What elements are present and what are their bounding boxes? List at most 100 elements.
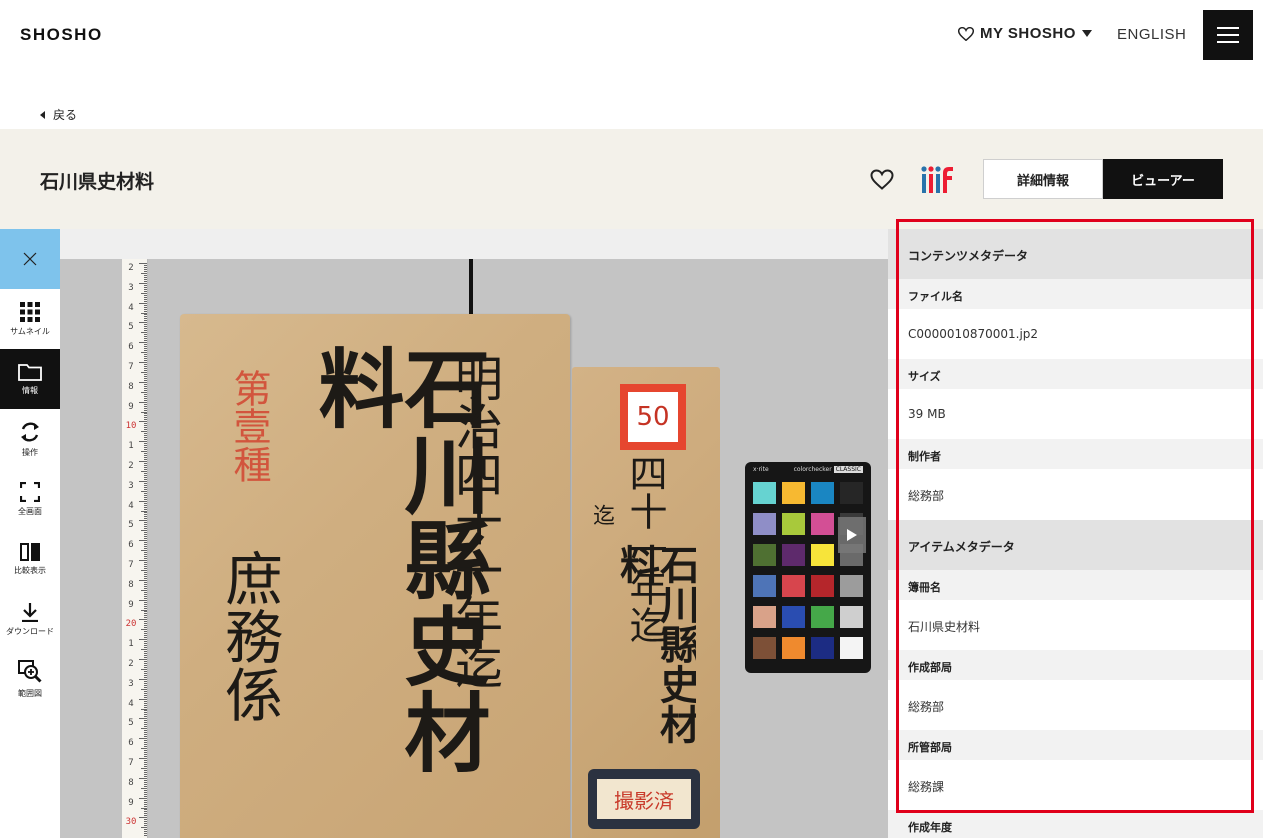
ruler-tick [144, 286, 147, 288]
ruler-tick [144, 625, 147, 627]
ruler-number: 20 [125, 619, 137, 630]
close-toolbar-button[interactable] [0, 229, 60, 289]
compare-button[interactable]: 比較表示 [0, 529, 60, 589]
image-viewer[interactable]: 2 3 4 5 6 7 8 9 10 1 2 3 4 5 6 7 8 9 20 1 2 3 4 5 6 7 8 9 30 第壹種 石川縣… [60, 229, 888, 838]
ruler-tick [144, 726, 147, 728]
download-button[interactable]: ダウンロード [0, 589, 60, 649]
ruler-tick [144, 324, 147, 326]
ruler-tick [144, 761, 147, 763]
ruler-tick [141, 609, 147, 611]
ruler-tick [144, 558, 147, 560]
ruler-tick [144, 601, 147, 603]
ruler-tick [144, 651, 147, 653]
field-value: 石川県史材料 [888, 600, 1263, 650]
hamburger-menu-button[interactable] [1203, 10, 1253, 60]
color-swatch [840, 482, 863, 504]
ruler-number: 8 [128, 381, 134, 392]
ruler-tick [144, 621, 147, 623]
ruler-tick [144, 429, 147, 431]
ruler-number: 30 [125, 817, 137, 828]
back-link[interactable]: 戻る [40, 106, 77, 123]
ruler-tick [144, 795, 147, 797]
ruler-tick [144, 771, 147, 773]
hamburger-line [1217, 27, 1239, 29]
ruler-tick [144, 476, 147, 478]
ruler-tick [144, 704, 147, 706]
ruler-tick [141, 827, 147, 829]
site-logo[interactable]: SHOSHO [20, 25, 103, 45]
ruler-tick [144, 672, 147, 674]
ruler-tick [141, 688, 147, 690]
ruler-tick [144, 403, 147, 405]
color-checker-card: x·rite colorchecker CLASSIC [745, 462, 871, 673]
number-label: 50 [620, 384, 686, 450]
ruler-tick [141, 807, 147, 809]
fullscreen-button[interactable]: 全画面 [0, 469, 60, 529]
color-swatch [782, 513, 805, 535]
grid-icon [20, 301, 40, 322]
ruler-tick [144, 522, 147, 524]
ruler-number: 3 [128, 282, 134, 293]
ruler-tick [144, 746, 147, 748]
language-switch[interactable]: ENGLISH [1117, 26, 1186, 43]
ruler-tick [144, 655, 147, 657]
ruler-tick [144, 809, 147, 811]
ruler-tick [141, 411, 147, 413]
field-value: 総務部 [888, 469, 1263, 519]
info-button[interactable]: 情報 [0, 349, 60, 409]
ruler-tick [141, 510, 147, 512]
ruler-tick [144, 690, 147, 692]
ruler-tick [144, 399, 147, 401]
back-arrow-icon [40, 110, 45, 119]
ruler-tick [144, 528, 147, 530]
ruler-tick [144, 722, 147, 724]
ruler-tick [141, 649, 147, 651]
my-shosho-menu[interactable]: MY SHOSHO [958, 25, 1092, 42]
ruler-tick [144, 316, 147, 318]
ruler-tick [144, 657, 147, 659]
ruler-tick [144, 373, 147, 375]
ruler-tick [144, 694, 147, 696]
color-swatch [782, 637, 805, 659]
favorite-heart-icon[interactable] [870, 169, 894, 194]
thumbnail-button[interactable]: サムネイル [0, 289, 60, 349]
title-band: 石川県史材料 詳細情報 ビューアー [0, 129, 1263, 229]
ruler-tick [144, 439, 147, 441]
ruler-number: 10 [125, 421, 137, 432]
ruler-tick [144, 498, 147, 500]
ruler-tick [144, 554, 147, 556]
ruler-tick [144, 742, 147, 744]
ruler-tick [139, 817, 147, 819]
color-swatch [753, 544, 776, 566]
ruler-tick [141, 352, 147, 354]
ruler-tick [144, 773, 147, 775]
ruler-tick [144, 514, 147, 516]
ruler-tick [144, 484, 147, 486]
tab-detail-info[interactable]: 詳細情報 [983, 159, 1103, 199]
ruler-tick [144, 730, 147, 732]
ruler-tick [139, 282, 147, 284]
ruler-tick [144, 516, 147, 518]
checker-edition: CLASSIC [833, 466, 863, 473]
ruler-tick [144, 734, 147, 736]
ruler-tick [144, 445, 147, 447]
ruler-tick [144, 732, 147, 734]
ruler-tick [144, 825, 147, 827]
tab-viewer[interactable]: ビューアー [1103, 159, 1223, 199]
color-swatch [782, 544, 805, 566]
ruler-tick [139, 520, 147, 522]
ruler-tick [144, 833, 147, 835]
checker-brand: x·rite [753, 466, 769, 473]
ruler-tick [144, 641, 147, 643]
zoom-in-icon [18, 659, 42, 683]
ruler-tick [139, 362, 147, 363]
zoom-region-button[interactable]: 範囲図 [0, 649, 60, 709]
operation-button[interactable]: 操作 [0, 409, 60, 469]
next-page-button[interactable] [838, 517, 866, 553]
iiif-logo-icon[interactable] [921, 165, 955, 199]
ruler-number: 7 [128, 758, 134, 768]
ruler-tick [144, 674, 147, 676]
ruler-tick [144, 524, 147, 526]
ruler-tick [144, 754, 147, 756]
ruler-tick [144, 354, 147, 356]
